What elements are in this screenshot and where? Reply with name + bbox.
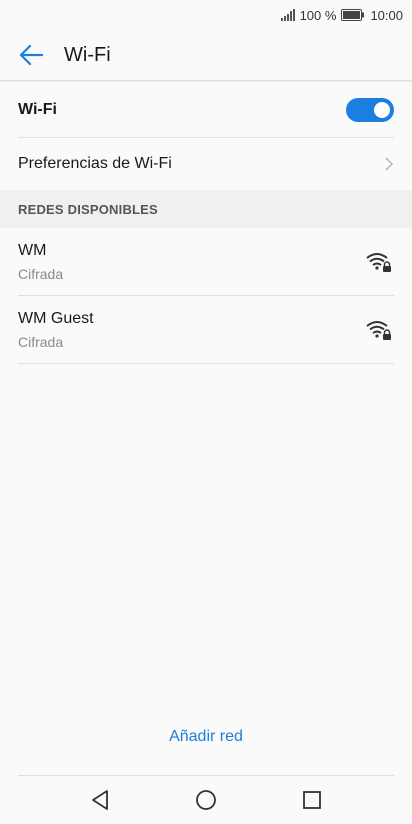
wifi-lock-icon [366,251,392,273]
wifi-lock-icon [366,319,392,341]
battery-icon [341,9,365,21]
add-network-button[interactable]: Añadir red [0,728,412,746]
app-bar: Wi-Fi [0,30,412,81]
arrow-left-icon [19,44,43,66]
recents-square-icon [303,791,321,809]
page-title: Wi-Fi [64,43,111,66]
system-nav-bar [0,776,412,824]
chevron-right-icon [384,157,394,171]
signal-icon [280,9,295,21]
back-button[interactable] [17,41,45,69]
wifi-toggle-label: Wi-Fi [18,101,57,118]
network-name: WM [18,242,47,259]
network-text: WM Cifrada [18,242,63,282]
network-item[interactable]: WM Guest Cifrada [18,297,394,364]
nav-home-button[interactable] [194,788,218,812]
available-networks-header: REDES DISPONIBLES [0,190,412,228]
battery-percent: 100 % [299,7,337,23]
home-circle-icon [196,790,216,810]
network-security: Cifrada [18,266,64,282]
network-item[interactable]: WM Cifrada [18,229,394,296]
wifi-preferences-label: Preferencias de Wi-Fi [18,155,172,172]
network-text: WM Guest Cifrada [18,310,94,350]
wifi-preferences-item[interactable]: Preferencias de Wi-Fi [18,138,394,190]
clock: 10:00 [370,7,403,23]
status-bar: 100 % 10:00 [0,0,412,30]
nav-recents-button[interactable] [300,788,324,812]
wifi-toggle-row[interactable]: Wi-Fi [18,83,394,138]
nav-back-button[interactable] [88,788,112,812]
wifi-settings-screen: 100 % 10:00 Wi-Fi Wi-Fi Preferencias de … [0,0,412,824]
wifi-toggle-switch[interactable] [346,98,394,122]
network-name: WM Guest [18,310,94,327]
toggle-knob [374,102,390,118]
network-security: Cifrada [18,334,64,350]
back-triangle-icon [92,790,108,810]
